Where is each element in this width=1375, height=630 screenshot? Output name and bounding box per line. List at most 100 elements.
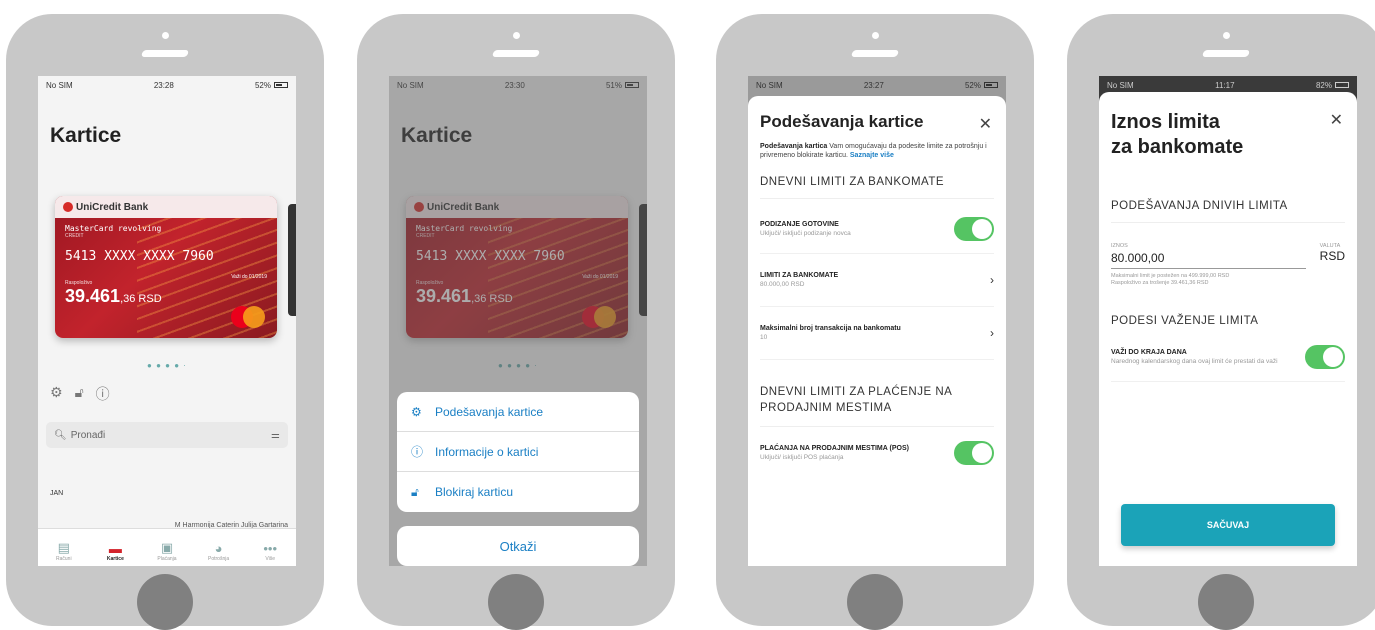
limit-modal: Iznos limita za bankomate ✕ PODEŠAVANJA …: [1099, 92, 1357, 566]
card-name: MasterCard revolving: [65, 224, 162, 233]
tab-payments[interactable]: ▣ Plaćanja: [147, 540, 187, 562]
settings-option[interactable]: ⚙ Podešavanja kartice: [397, 392, 639, 432]
modal-title: Iznos limita za bankomate: [1111, 111, 1244, 158]
home-button[interactable]: [847, 574, 903, 630]
valid-until-end-of-day-row: VAŽI DO KRAJA DANA Narednog kalendarskog…: [1111, 337, 1345, 383]
atm-section-title: DNEVNI LIMITI ZA BANKOMATE: [760, 176, 994, 200]
battery-indicator: 52%: [255, 81, 288, 90]
limit-hint: Maksimalni limit je postežen na 499.999,…: [1111, 273, 1230, 287]
card-type: CREDIT: [65, 233, 84, 239]
tab-accounts[interactable]: ▤ Računi: [44, 540, 84, 562]
cash-withdrawal-toggle[interactable]: [954, 217, 994, 242]
info-icon[interactable]: ⓘ: [96, 384, 110, 404]
page-title: Kartice: [50, 124, 122, 147]
camera: [1223, 32, 1230, 39]
battery-indicator: 82%: [1316, 81, 1349, 90]
cancel-button[interactable]: Otkaži: [397, 526, 639, 566]
settings-description: Podešavanja kartica Vam omogućavaju da p…: [760, 143, 987, 160]
cards-screen: No SIM 23:28 52% Kartice UniCredit Bank …: [38, 76, 296, 566]
camera: [162, 32, 169, 39]
next-card-peek[interactable]: [288, 204, 296, 316]
filter-icon[interactable]: ⚌: [271, 430, 280, 441]
tab-spending[interactable]: ◕ Potrošnja: [199, 541, 239, 562]
accounts-icon: ▤: [57, 540, 70, 555]
action-sheet: ⚙ Podešavanja kartice ⓘ Informacije o ka…: [397, 392, 639, 512]
battery-indicator: 52%: [965, 81, 998, 90]
card-header: UniCredit Bank: [55, 196, 277, 218]
month-header: JAN: [50, 490, 64, 497]
phone-frame-2: No SIM 23:30 51% Kartice UniCredit Bank …: [357, 14, 675, 630]
spending-icon: ◕: [214, 541, 223, 556]
modal-title: Podešavanja kartice: [760, 112, 924, 131]
speaker: [850, 50, 900, 57]
gear-icon: ⚙: [411, 404, 422, 419]
card-actions: ⚙ 🔓︎ ⓘ: [50, 384, 110, 404]
camera: [513, 32, 520, 39]
battery-icon: [274, 82, 288, 89]
mastercard-logo-icon: [231, 306, 265, 328]
max-transactions-row[interactable]: Maksimalni broj transakcija na bankomatu…: [760, 307, 994, 361]
action-sheet-screen: No SIM 23:30 51% Kartice UniCredit Bank …: [389, 76, 647, 566]
home-button[interactable]: [488, 574, 544, 630]
atm-limits-row[interactable]: LIMITI ZA BANKOMATE 80.000,00 RSD ›: [760, 254, 994, 308]
info-option[interactable]: ⓘ Informacije o kartici: [397, 432, 639, 472]
cancel-sheet: Otkaži: [397, 526, 639, 566]
phone-frame-4: No SIM 11:17 82% Iznos limita za bankoma…: [1067, 14, 1375, 630]
bank-name: UniCredit Bank: [76, 201, 149, 213]
search-input[interactable]: 🔍︎ Pronađi ⚌: [46, 422, 288, 448]
payments-icon: ▣: [160, 540, 174, 555]
battery-icon: [1335, 82, 1349, 89]
tab-more[interactable]: ••• Više: [250, 541, 290, 562]
atm-limit-screen: No SIM 11:17 82% Iznos limita za bankoma…: [1099, 76, 1357, 566]
speaker: [491, 50, 541, 57]
pos-section-title: DNEVNI LIMITI ZA PLAĆENJE NA PRODAJNIM M…: [760, 384, 994, 428]
learn-more-link[interactable]: Saznajte više: [850, 152, 894, 159]
pos-payments-toggle[interactable]: [954, 441, 994, 466]
gear-icon[interactable]: ⚙: [50, 384, 63, 404]
phone-frame-3: No SIM 23:27 52% Podešavanja kartice ✕ P…: [716, 14, 1034, 630]
battery-icon: [984, 82, 998, 89]
speaker: [140, 50, 190, 57]
info-icon: ⓘ: [411, 445, 424, 459]
amount-input[interactable]: 80.000,00: [1111, 249, 1306, 269]
clock: 23:27: [863, 80, 884, 90]
page-indicator: ● ● ● ● ·: [147, 361, 187, 370]
carrier: No SIM: [1107, 80, 1134, 90]
daily-limits-section-title: PODEŠAVANJA DNIVIH LIMITA: [1111, 200, 1345, 223]
block-option[interactable]: 🔓︎ Blokiraj karticu: [397, 472, 639, 512]
credit-card[interactable]: UniCredit Bank MasterCard revolving CRED…: [55, 196, 277, 338]
carrier: No SIM: [46, 80, 73, 90]
card-settings-screen: No SIM 23:27 52% Podešavanja kartice ✕ P…: [748, 76, 1006, 566]
home-button[interactable]: [137, 574, 193, 630]
camera: [872, 32, 879, 39]
clock: 11:17: [1215, 80, 1235, 90]
card-number: 5413 XXXX XXXX 7960: [65, 249, 214, 264]
status-bar: No SIM 23:27 52%: [748, 76, 1006, 94]
search-placeholder: Pronađi: [70, 429, 106, 441]
valid-until-end-of-day-toggle[interactable]: [1305, 345, 1345, 370]
cash-withdrawal-row: PODIZANJE GOTOVINE Uključi/ isključi pod…: [760, 199, 994, 255]
settings-modal: Podešavanja kartice ✕ Podešavanja kartic…: [748, 96, 1006, 566]
status-bar: No SIM 23:28 52%: [38, 76, 296, 94]
save-button[interactable]: SAČUVAJ: [1121, 504, 1335, 546]
validity-section-title: PODESI VAŽENJE LIMITA: [1111, 315, 1259, 328]
chevron-right-icon: ›: [990, 273, 994, 288]
close-icon[interactable]: ✕: [1330, 110, 1343, 130]
lock-icon[interactable]: 🔓︎: [75, 384, 84, 404]
more-icon: •••: [263, 541, 277, 556]
tab-cards[interactable]: ▬ Kartice: [95, 541, 135, 562]
currency-value: RSD: [1319, 249, 1345, 263]
home-button[interactable]: [1198, 574, 1254, 630]
cards-icon: ▬: [108, 541, 122, 556]
tab-bar: ▤ Računi ▬ Kartice ▣ Plaćanja ◕ Potrošnja ••…: [38, 528, 296, 566]
lock-icon: 🔓︎: [411, 484, 419, 499]
unicredit-logo-icon: [63, 202, 73, 212]
close-icon[interactable]: ✕: [979, 114, 992, 134]
amount-field-group: IZNOS 80.000,00 VALUTA RSD: [1111, 243, 1345, 269]
search-icon: 🔍︎: [54, 429, 67, 441]
chevron-right-icon: ›: [990, 326, 994, 341]
clock: 23:28: [153, 80, 174, 90]
card-balance: 39.461,36 RSD: [65, 286, 162, 306]
speaker: [1201, 50, 1251, 57]
phone-frame-1: No SIM 23:28 52% Kartice UniCredit Bank …: [6, 14, 324, 630]
